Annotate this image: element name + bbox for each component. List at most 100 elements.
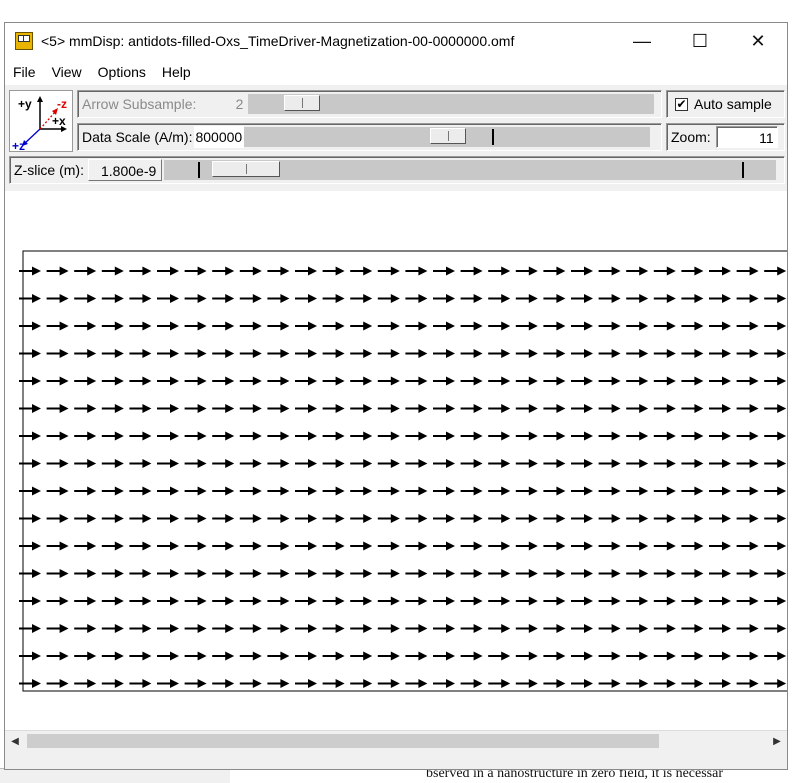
minimize-button[interactable]: — (613, 23, 671, 59)
magnetization-arrow (598, 541, 621, 551)
magnetization-arrow (405, 596, 428, 606)
zslice-value[interactable]: 1.800e-9 (88, 159, 162, 181)
magnetization-arrow (157, 541, 179, 551)
vector-field-canvas[interactable]: ◀ ▶ (5, 191, 787, 751)
zslice-slider-thumb[interactable] (212, 161, 280, 177)
magnetization-arrow (295, 431, 317, 441)
magnetization-arrow (460, 349, 483, 358)
magnetization-arrow (736, 431, 759, 441)
arrow-subsample-input[interactable]: 2 (198, 93, 247, 115)
magnetization-arrow (212, 679, 235, 688)
magnetization-arrow (377, 486, 400, 496)
magnetization-arrow (267, 624, 290, 633)
scroll-track[interactable] (25, 731, 767, 751)
magnetization-arrow (405, 349, 428, 358)
magnetization-arrow (267, 404, 290, 413)
data-scale-input[interactable]: 800000 (194, 126, 245, 148)
magnetization-arrow (74, 541, 97, 551)
magnetization-arrow (350, 294, 373, 303)
magnetization-arrow (460, 266, 483, 276)
axis-orientation-widget[interactable]: +y -z +x +z (9, 90, 73, 153)
magnetization-arrow (350, 541, 373, 551)
arrow-subsample-slider[interactable] (248, 94, 655, 114)
scroll-right-arrow-icon[interactable]: ▶ (767, 731, 787, 751)
magnetization-arrow (515, 266, 538, 276)
magnetization-arrow (488, 679, 511, 688)
magnetization-arrow (101, 321, 124, 331)
magnetization-arrow (322, 514, 345, 523)
magnetization-arrow (764, 459, 787, 468)
maximize-button[interactable]: ☐ (671, 23, 729, 59)
magnetization-arrow (736, 321, 759, 331)
arrow-subsample-slider-thumb[interactable] (284, 95, 321, 111)
magnetization-arrow (184, 404, 207, 413)
magnetization-arrow (350, 514, 373, 523)
magnetization-arrow (764, 624, 787, 633)
menu-options[interactable]: Options (90, 64, 154, 80)
magnetization-arrow (681, 486, 704, 496)
magnetization-arrow (267, 266, 290, 276)
magnetization-arrow (377, 514, 400, 523)
menu-help[interactable]: Help (154, 64, 199, 80)
magnetization-arrow (764, 376, 787, 386)
magnetization-arrow (350, 431, 373, 441)
magnetization-arrow (322, 596, 345, 606)
magnetization-arrow (736, 624, 759, 633)
magnetization-arrow (19, 349, 41, 358)
magnetization-arrow (295, 376, 317, 386)
magnetization-arrow (19, 486, 41, 496)
menu-file[interactable]: File (5, 64, 44, 80)
magnetization-arrow (19, 569, 41, 578)
magnetization-arrow (129, 404, 152, 413)
magnetization-arrow (350, 624, 373, 633)
magnetization-arrow (129, 596, 152, 606)
auto-sample-checkbox[interactable]: ✔ (675, 97, 688, 111)
menu-view[interactable]: View (44, 64, 90, 80)
magnetization-arrow (460, 596, 483, 606)
magnetization-arrow (184, 294, 207, 303)
magnetization-arrow (295, 294, 317, 303)
magnetization-arrow (571, 569, 593, 578)
magnetization-arrow (212, 349, 235, 358)
magnetization-arrow (571, 431, 593, 441)
magnetization-arrow (405, 651, 428, 661)
magnetization-arrow (488, 596, 511, 606)
data-scale-slider[interactable] (244, 127, 651, 147)
title-bar[interactable]: <5> mmDisp: antidots-filled-Oxs_TimeDriv… (5, 23, 787, 59)
zoom-input[interactable]: 11 (715, 126, 778, 148)
auto-sample-toggle[interactable]: ✔ Auto sample (666, 90, 785, 118)
magnetization-arrow (350, 596, 373, 606)
magnetization-arrow (709, 514, 731, 523)
magnetization-arrow (101, 266, 124, 276)
close-button[interactable]: ✕ (729, 23, 787, 59)
magnetization-arrow (626, 514, 649, 523)
horizontal-scrollbar[interactable]: ◀ ▶ (5, 730, 787, 751)
magnetization-arrow (295, 321, 317, 331)
magnetization-arrow (322, 294, 345, 303)
data-scale-slider-thumb[interactable] (430, 128, 467, 144)
magnetization-arrow (515, 514, 538, 523)
zslice-slider[interactable] (164, 160, 776, 180)
magnetization-arrow (377, 376, 400, 386)
magnetization-arrow (129, 514, 152, 523)
menu-bar: File View Options Help (5, 59, 787, 85)
magnetization-arrow (681, 651, 704, 661)
magnetization-arrow (460, 651, 483, 661)
magnetization-arrow (681, 679, 704, 688)
magnetization-arrow (433, 596, 455, 606)
magnetization-arrow (74, 349, 97, 358)
scroll-thumb[interactable] (27, 734, 659, 748)
magnetization-arrow (267, 376, 290, 386)
magnetization-arrow (709, 349, 731, 358)
magnetization-arrow (239, 349, 262, 358)
magnetization-arrow (267, 431, 290, 441)
magnetization-arrow (626, 294, 649, 303)
magnetization-arrow (46, 294, 69, 303)
magnetization-arrow (515, 321, 538, 331)
magnetization-arrow (653, 459, 676, 468)
magnetization-arrow (515, 486, 538, 496)
scroll-left-arrow-icon[interactable]: ◀ (5, 731, 25, 751)
magnetization-arrow (460, 679, 483, 688)
magnetization-arrow (626, 321, 649, 331)
magnetization-arrow (157, 376, 179, 386)
